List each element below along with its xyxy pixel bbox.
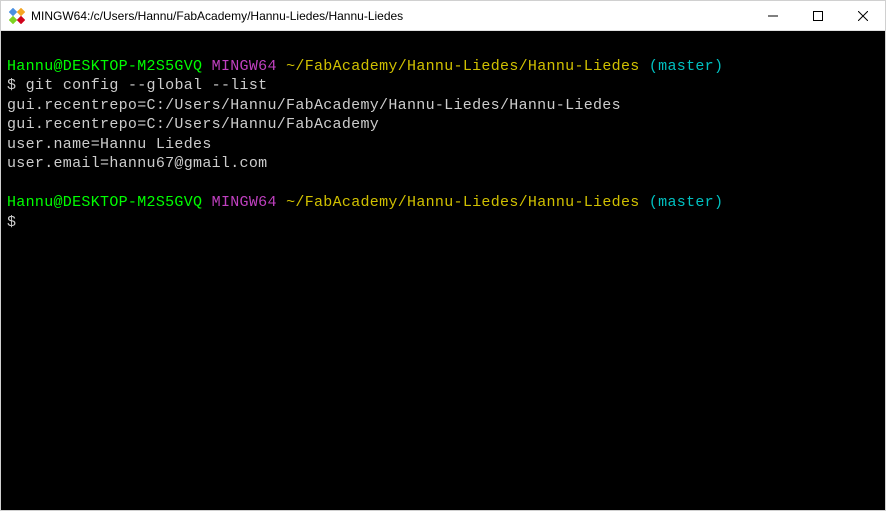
env-label: MINGW64 bbox=[212, 58, 277, 75]
minimize-button[interactable] bbox=[750, 1, 795, 30]
blank-line bbox=[7, 37, 879, 57]
app-icon bbox=[9, 8, 25, 24]
cwd-path: ~/FabAcademy/Hannu-Liedes/Hannu-Liedes bbox=[286, 194, 639, 211]
output-line: user.name=Hannu Liedes bbox=[7, 135, 879, 155]
output-line: gui.recentrepo=C:/Users/Hannu/FabAcademy… bbox=[7, 96, 879, 116]
window-title: MINGW64:/c/Users/Hannu/FabAcademy/Hannu-… bbox=[31, 9, 403, 23]
user-host: Hannu@DESKTOP-M2S5GVQ bbox=[7, 58, 202, 75]
git-branch: (master) bbox=[649, 194, 723, 211]
git-branch: (master) bbox=[649, 58, 723, 75]
user-host: Hannu@DESKTOP-M2S5GVQ bbox=[7, 194, 202, 211]
window-controls bbox=[750, 1, 885, 30]
output-line: user.email=hannu67@gmail.com bbox=[7, 154, 879, 174]
prompt-symbol: $ bbox=[7, 77, 16, 94]
maximize-button[interactable] bbox=[795, 1, 840, 30]
close-button[interactable] bbox=[840, 1, 885, 30]
titlebar-left: MINGW64:/c/Users/Hannu/FabAcademy/Hannu-… bbox=[9, 8, 403, 24]
prompt-symbol: $ bbox=[7, 214, 16, 231]
command-line-2: $ bbox=[7, 213, 879, 233]
output-line: gui.recentrepo=C:/Users/Hannu/FabAcademy bbox=[7, 115, 879, 135]
blank-line bbox=[7, 174, 879, 194]
command-text: git config --global --list bbox=[26, 77, 268, 94]
prompt-line-1: Hannu@DESKTOP-M2S5GVQ MINGW64 ~/FabAcade… bbox=[7, 57, 879, 77]
terminal-window: MINGW64:/c/Users/Hannu/FabAcademy/Hannu-… bbox=[0, 0, 886, 511]
cwd-path: ~/FabAcademy/Hannu-Liedes/Hannu-Liedes bbox=[286, 58, 639, 75]
command-line-1: $ git config --global --list bbox=[7, 76, 879, 96]
prompt-line-2: Hannu@DESKTOP-M2S5GVQ MINGW64 ~/FabAcade… bbox=[7, 193, 879, 213]
titlebar: MINGW64:/c/Users/Hannu/FabAcademy/Hannu-… bbox=[1, 1, 885, 31]
env-label: MINGW64 bbox=[212, 194, 277, 211]
terminal-body[interactable]: Hannu@DESKTOP-M2S5GVQ MINGW64 ~/FabAcade… bbox=[1, 31, 885, 510]
